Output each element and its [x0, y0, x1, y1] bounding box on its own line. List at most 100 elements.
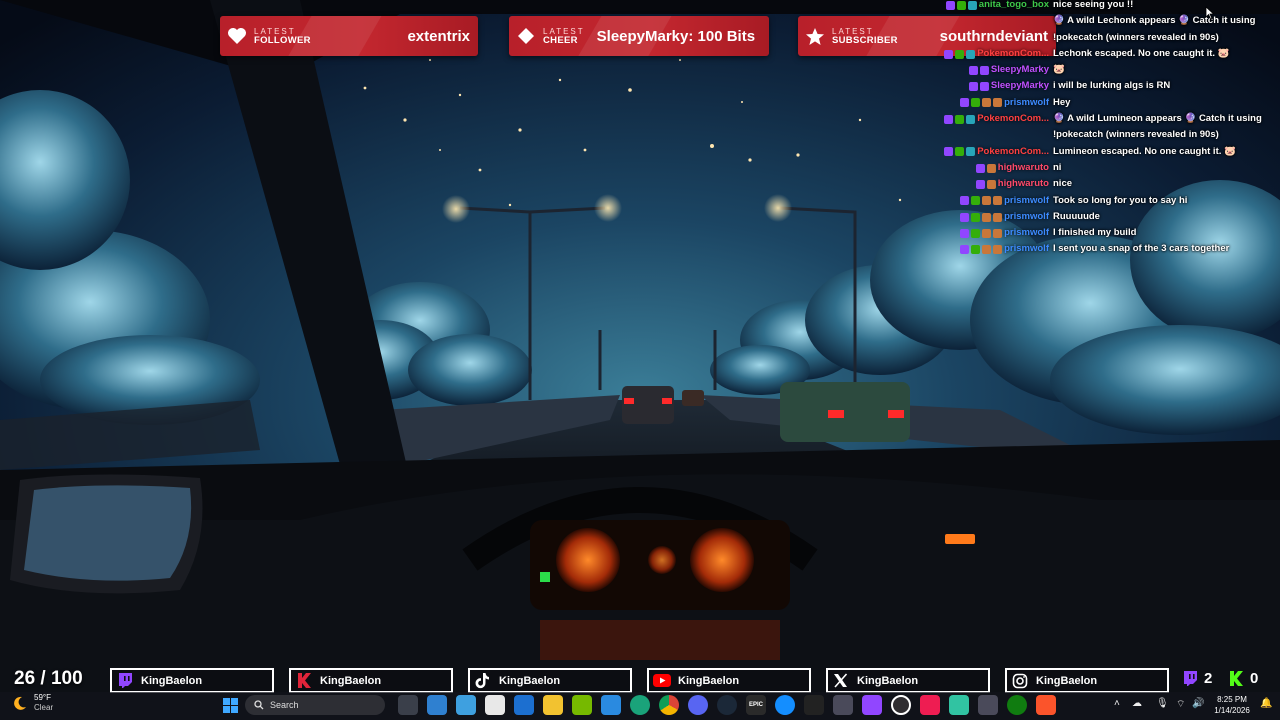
- kick-k-icon: [293, 670, 314, 691]
- chat-message: PokemonCom... 🔮 A wild Lumineon appears 🔮…: [900, 111, 1280, 127]
- show-hidden-icons-chevron-icon[interactable]: ˄: [1114, 698, 1120, 709]
- chat-author: anita_togo_box: [900, 0, 1053, 13]
- chat-badge-icon: [955, 114, 965, 124]
- chat-author: [900, 127, 1053, 143]
- chat-username[interactable]: SleepyMarky: [991, 78, 1049, 94]
- widgets-icon[interactable]: [427, 695, 447, 715]
- chat-author: PokemonCom...: [900, 46, 1053, 62]
- discord-app-icon[interactable]: [688, 695, 708, 715]
- social-x[interactable]: KingBaelon: [826, 668, 990, 693]
- chat-username[interactable]: highwaruto: [998, 160, 1049, 176]
- nvidia-app-icon[interactable]: [572, 695, 592, 715]
- chat-message: prismwolf I finished my build: [900, 225, 1280, 241]
- alert-label-bottom: FOLLOWER: [254, 35, 311, 46]
- capcut-app-icon[interactable]: [804, 695, 824, 715]
- social-handle: KingBaelon: [320, 674, 382, 687]
- chat-username[interactable]: PokemonCom...: [977, 144, 1049, 160]
- chat-author: PokemonCom...: [900, 144, 1053, 160]
- chrome-browser-icon[interactable]: [659, 695, 679, 715]
- chat-badge-icon: [982, 228, 992, 238]
- chat-username[interactable]: prismwolf: [1004, 241, 1049, 257]
- latest-cheer-alert: LATEST CHEER SleepyMarky: 100 Bits: [509, 16, 769, 56]
- alert-label-bottom: SUBSCRIBER: [832, 35, 898, 46]
- chat-message-text: Took so long for you to say hi: [1053, 194, 1188, 206]
- chat-message-text: Hey: [1053, 96, 1071, 108]
- chat-message: prismwolf Took so long for you to say hi: [900, 193, 1280, 209]
- streamlabs-app-icon[interactable]: [949, 695, 969, 715]
- chat-username[interactable]: prismwolf: [1004, 95, 1049, 111]
- chat-badge-icon: [971, 196, 981, 206]
- steam-app-icon[interactable]: [717, 695, 737, 715]
- social-youtube[interactable]: KingBaelon: [647, 668, 811, 693]
- chat-username[interactable]: SleepyMarky: [991, 62, 1049, 78]
- chat-badge-icon: [993, 98, 1003, 108]
- outlook-new-icon[interactable]: [601, 695, 621, 715]
- weather-widget[interactable]: 59°F Clear: [12, 693, 53, 713]
- alert-label-bottom: CHEER: [543, 35, 578, 46]
- epic-games-icon[interactable]: EPIC: [746, 695, 766, 715]
- viewer-counter: 26 / 100: [14, 668, 83, 689]
- latest-follower-alert: LATEST FOLLOWER extentrix: [220, 16, 478, 56]
- x-icon: [830, 670, 851, 691]
- chat-badge-icon: [960, 245, 970, 255]
- edge-browser-icon[interactable]: [630, 695, 650, 715]
- chat-badge-icon: [979, 65, 989, 75]
- taskbar-search[interactable]: Search: [245, 695, 385, 715]
- chat-badge-icon: [955, 49, 965, 59]
- volume-icon[interactable]: 🔊: [1192, 698, 1204, 709]
- kick-viewer-stat: 0: [1228, 670, 1258, 687]
- chat-message: PokemonCom... Lechonk escaped. No one cau…: [900, 46, 1280, 62]
- microphone-icon[interactable]: 🎙: [1156, 698, 1169, 709]
- brave-browser-icon[interactable]: [1036, 695, 1056, 715]
- wifi-icon[interactable]: ⌔: [1176, 698, 1185, 711]
- chat-badge-icon: [982, 196, 992, 206]
- twitch-icon: [114, 670, 135, 691]
- chat-username[interactable]: PokemonCom...: [977, 111, 1049, 127]
- chat-badge-icon: [971, 212, 981, 222]
- chat-username[interactable]: prismwolf: [1004, 193, 1049, 209]
- chat-username[interactable]: highwaruto: [998, 176, 1049, 192]
- file-explorer-icon[interactable]: [543, 695, 563, 715]
- social-tiktok[interactable]: KingBaelon: [468, 668, 632, 693]
- taskbar-clock[interactable]: 8:25 PM 1/14/2026: [1210, 694, 1254, 716]
- chat-badge-icon: [982, 98, 992, 108]
- chat-badge-icon: [968, 82, 978, 92]
- chat-username[interactable]: anita_togo_box: [979, 0, 1049, 13]
- social-twitch[interactable]: KingBaelon: [110, 668, 274, 693]
- chat-username[interactable]: prismwolf: [1004, 225, 1049, 241]
- battlenet-app-icon[interactable]: [775, 695, 795, 715]
- social-instagram[interactable]: KingBaelon: [1005, 668, 1169, 693]
- xbox-app-icon[interactable]: [1007, 695, 1027, 715]
- chat-username[interactable]: PokemonCom...: [977, 46, 1049, 62]
- chat-username[interactable]: prismwolf: [1004, 209, 1049, 225]
- phone-link-icon[interactable]: [978, 695, 998, 715]
- chat-author: prismwolf: [900, 225, 1053, 241]
- gallery-app-icon[interactable]: [456, 695, 476, 715]
- notification-bell-icon[interactable]: 🔔: [1260, 698, 1272, 709]
- outlook-app-icon[interactable]: [514, 695, 534, 715]
- chat-badge-icon: [945, 0, 955, 10]
- search-placeholder: Search: [270, 700, 299, 710]
- chat-message-text: Lumineon escaped. No one caught it. 🐷: [1053, 145, 1236, 157]
- chat-badge-icon: [966, 147, 976, 157]
- chat-message: highwaruto nice: [900, 176, 1280, 192]
- chat-message-text: 🐷: [1053, 64, 1065, 76]
- social-handle: KingBaelon: [1036, 674, 1098, 687]
- tiktok-live-studio-icon[interactable]: [920, 695, 940, 715]
- social-kick[interactable]: KingBaelon: [289, 668, 453, 693]
- twitch-app-icon[interactable]: [862, 695, 882, 715]
- store-app-icon[interactable]: [485, 695, 505, 715]
- windows-logo-icon: [222, 697, 238, 713]
- obs-studio-icon[interactable]: [891, 695, 911, 715]
- start-button[interactable]: [220, 695, 240, 715]
- chat-message-text: 🔮 A wild Lumineon appears 🔮 Catch it usi…: [1053, 113, 1262, 125]
- chat-author: SleepyMarky: [900, 62, 1053, 78]
- task-view-icon[interactable]: [398, 695, 418, 715]
- chat-badge-icon: [971, 98, 981, 108]
- calculator-app-icon[interactable]: [833, 695, 853, 715]
- chat-badge-icon: [944, 114, 954, 124]
- chat-badge-icon: [960, 212, 970, 222]
- chat-badge-icon: [966, 114, 976, 124]
- chat-badge-icon: [975, 179, 985, 189]
- onedrive-icon[interactable]: ☁: [1132, 698, 1142, 709]
